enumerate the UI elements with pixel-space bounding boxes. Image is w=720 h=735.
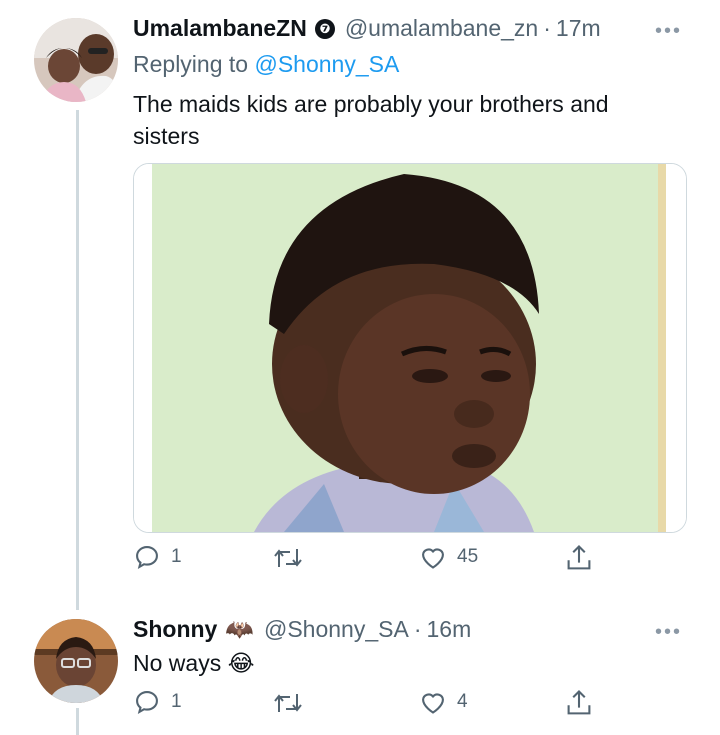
reply-button[interactable]: 1 — [133, 688, 182, 716]
separator-dot: · — [543, 15, 551, 41]
share-icon — [567, 544, 591, 570]
bat-emoji: 🦇 — [225, 616, 254, 642]
retweet-icon — [274, 549, 302, 567]
verified-badge-icon: ❼ — [314, 18, 335, 39]
tweet-actions: 1 45 — [133, 543, 603, 577]
handle[interactable]: @umalambane_zn — [345, 15, 538, 42]
reply-count: 1 — [171, 546, 182, 567]
tweet-text: No ways 😂 — [133, 647, 254, 679]
display-name[interactable]: Shonny — [133, 616, 217, 643]
thread-line — [76, 110, 79, 610]
tweet-media-image[interactable] — [133, 163, 687, 533]
share-button[interactable] — [565, 688, 593, 718]
timestamp[interactable]: 17m — [556, 15, 601, 42]
timestamp[interactable]: 16m — [426, 616, 471, 643]
retweet-button[interactable] — [273, 690, 313, 716]
heart-icon — [422, 693, 444, 714]
reply-count: 1 — [171, 691, 182, 712]
more-horizontal-icon[interactable]: ••• — [655, 621, 682, 644]
share-button[interactable] — [565, 543, 593, 573]
tweet-header: UmalambaneZN ❼ @umalambane_zn · 17m — [133, 15, 601, 42]
retweet-icon — [274, 694, 302, 712]
retweet-button[interactable] — [273, 545, 313, 571]
tweet-header: Shonny 🦇 @Shonny_SA · 16m — [133, 616, 471, 643]
handle[interactable]: @Shonny_SA — [264, 616, 409, 643]
display-name[interactable]: UmalambaneZN — [133, 15, 307, 42]
tweet-text-body: No ways — [133, 650, 222, 676]
more-horizontal-icon[interactable]: ••• — [655, 20, 682, 43]
reply-icon — [136, 691, 158, 715]
replying-mention[interactable]: @Shonny_SA — [254, 51, 399, 77]
tweet-text: The maids kids are probably your brother… — [133, 91, 609, 149]
thread-line-bottom — [76, 708, 79, 735]
replying-to: Replying to @Shonny_SA — [133, 51, 399, 78]
like-button[interactable]: 45 — [419, 544, 478, 570]
avatar[interactable] — [34, 619, 118, 703]
heart-icon — [422, 548, 444, 569]
separator-dot: · — [413, 616, 422, 642]
like-button[interactable]: 4 — [419, 689, 468, 715]
like-count: 45 — [457, 546, 479, 567]
replying-prefix: Replying to — [133, 51, 249, 77]
share-icon — [567, 689, 591, 715]
tweet-actions: 1 4 — [133, 688, 603, 722]
avatar[interactable] — [34, 18, 118, 102]
reply-button[interactable]: 1 — [133, 543, 182, 571]
laughing-emoji: 😂 — [227, 650, 255, 676]
reply-icon — [136, 546, 158, 570]
like-count: 4 — [457, 691, 468, 712]
